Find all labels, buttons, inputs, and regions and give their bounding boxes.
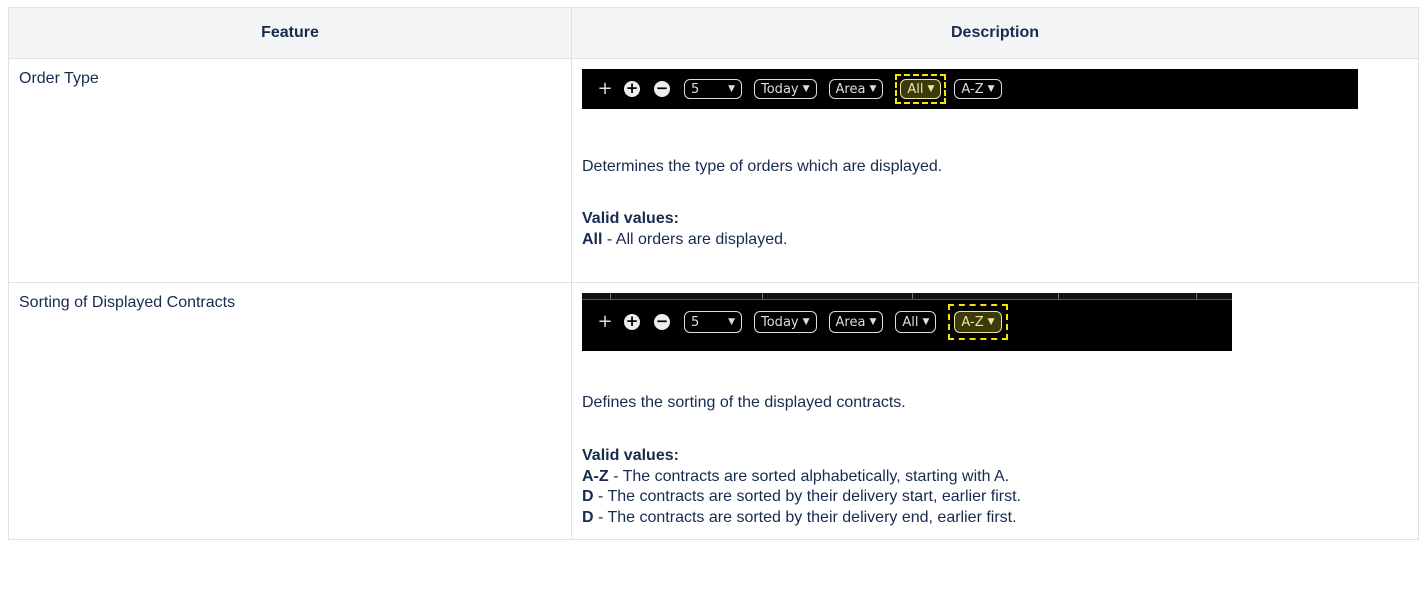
period-dropdown: Today ▼ — [754, 79, 817, 99]
add-circle-icon: + — [624, 79, 640, 97]
valid-values-label: Valid values: — [582, 209, 679, 227]
area-dropdown: Area ▼ — [828, 79, 884, 99]
chevron-down-icon: ▼ — [869, 316, 877, 327]
feature-cell: Sorting of Displayed Contracts — [8, 282, 572, 540]
add-circle-icon: + — [624, 312, 640, 330]
chevron-down-icon: ▼ — [922, 316, 930, 327]
remove-circle-icon: − — [654, 79, 670, 97]
feature-cell: Order Type — [8, 58, 572, 283]
sort-dropdown: A-Z ▼ — [954, 311, 1002, 333]
orders-dropdown: All ▼ — [900, 79, 942, 99]
valid-value-item: A-Z - The contracts are sorted alphabeti… — [582, 467, 1010, 485]
chevron-down-icon: ▼ — [728, 316, 735, 327]
chevron-down-icon: ▼ — [802, 316, 810, 327]
area-dropdown: Area ▼ — [828, 311, 884, 333]
description-cell: + + − 5 ▼ Today ▼ Area ▼ All ▼ A-Z ▼ Determin… — [571, 58, 1419, 283]
highlight-box: All ▼ — [895, 74, 947, 104]
orders-dropdown: All ▼ — [895, 311, 937, 333]
sort-dropdown: A-Z ▼ — [954, 79, 1002, 99]
column-header-description: Description — [571, 7, 1419, 59]
count-dropdown: 5 ▼ — [684, 311, 742, 333]
remove-circle-icon: − — [654, 312, 670, 330]
chevron-down-icon: ▼ — [869, 83, 877, 94]
plus-icon: + — [597, 311, 613, 333]
toolbar-screenshot: + + − 5 ▼ Today ▼ Area ▼ All ▼ A-Z ▼ — [582, 69, 1358, 109]
valid-value-item: All - All orders are displayed. — [582, 230, 788, 248]
highlight-box: A-Z ▼ — [948, 304, 1008, 340]
chevron-down-icon: ▼ — [987, 83, 995, 94]
valid-value-item: D - The contracts are sorted by their de… — [582, 488, 1021, 506]
period-dropdown: Today ▼ — [754, 311, 817, 333]
description-text: Determines the type of orders which are … — [582, 158, 943, 175]
chevron-down-icon: ▼ — [927, 83, 935, 94]
table-row: Sorting of Displayed Contracts + + − 5 ▼ … — [8, 282, 1419, 540]
valid-value-item: D - The contracts are sorted by their de… — [582, 509, 1017, 527]
table-header-row: Feature Description — [8, 7, 1419, 59]
column-header-feature: Feature — [8, 7, 572, 59]
toolbar-screenshot: + + − 5 ▼ Today ▼ Area ▼ All ▼ A-Z ▼ — [582, 293, 1232, 351]
count-dropdown: 5 ▼ — [684, 79, 742, 99]
toolbar-top-edge — [582, 293, 1232, 300]
plus-icon: + — [597, 78, 613, 100]
description-cell: + + − 5 ▼ Today ▼ Area ▼ All ▼ A-Z ▼ Defines … — [571, 282, 1419, 540]
chevron-down-icon: ▼ — [802, 83, 810, 94]
description-text: Defines the sorting of the displayed con… — [582, 394, 906, 411]
chevron-down-icon: ▼ — [728, 83, 735, 94]
table-row: Order Type + + − 5 ▼ Today ▼ Area ▼ All ▼ A-… — [8, 58, 1419, 283]
valid-values-label: Valid values: — [582, 446, 679, 464]
feature-table: Feature Description Order Type + + − 5 ▼ … — [8, 7, 1419, 540]
chevron-down-icon: ▼ — [987, 316, 995, 327]
